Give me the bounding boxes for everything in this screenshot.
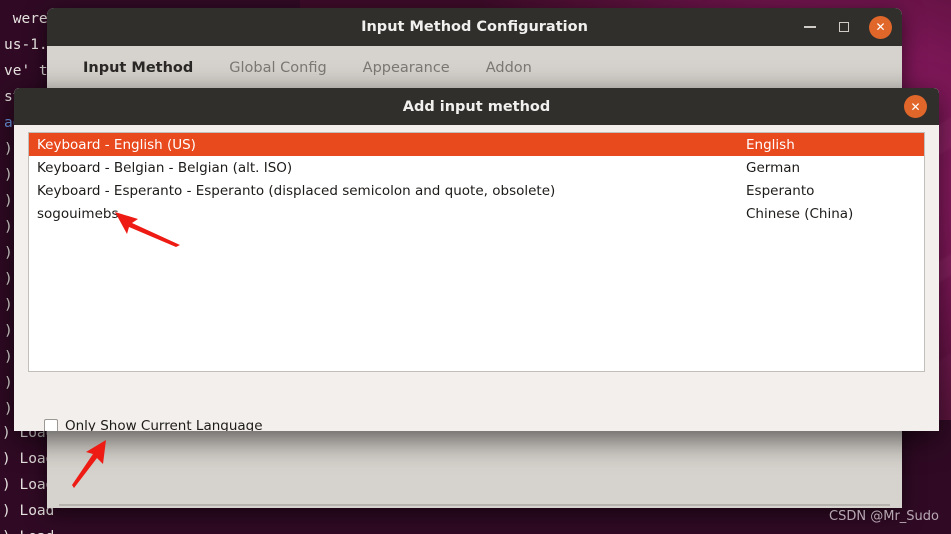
input-method-name: Keyboard - English (US) bbox=[37, 136, 196, 153]
input-method-language: German bbox=[746, 159, 801, 176]
main-window-title: Input Method Configuration bbox=[361, 19, 588, 35]
window-controls: ✕ bbox=[801, 8, 892, 46]
minimize-button[interactable] bbox=[801, 18, 819, 36]
input-method-language: English bbox=[746, 136, 795, 153]
checkbox-box[interactable] bbox=[44, 419, 58, 431]
terminal-line: ) Load bbox=[2, 524, 951, 534]
input-method-name: Keyboard - Esperanto - Esperanto (displa… bbox=[37, 182, 556, 199]
input-method-language: Esperanto bbox=[746, 182, 815, 199]
checkbox-label: Only Show Current Language bbox=[65, 418, 263, 431]
tab-bar: Input Method Global Config Appearance Addon bbox=[47, 46, 902, 92]
table-row[interactable]: sogouimebs Chinese (China) bbox=[29, 202, 924, 225]
add-input-method-dialog: Add input method ✕ Keyboard - English (U… bbox=[14, 88, 939, 431]
close-icon[interactable]: ✕ bbox=[869, 15, 892, 39]
desktop-screen: wereus-1.0ve' tostallead))))))))))))))))… bbox=[0, 0, 951, 534]
table-row[interactable]: Keyboard - Belgian - Belgian (alt. ISO) G… bbox=[29, 156, 924, 179]
tab-input-method[interactable]: Input Method bbox=[65, 46, 211, 91]
dialog-titlebar[interactable]: Add input method ✕ bbox=[14, 88, 939, 125]
tab-appearance[interactable]: Appearance bbox=[345, 46, 468, 91]
input-method-name: Keyboard - Belgian - Belgian (alt. ISO) bbox=[37, 159, 293, 176]
tab-addon[interactable]: Addon bbox=[468, 46, 550, 91]
watermark: CSDN @Mr_Sudo bbox=[829, 509, 939, 524]
table-row[interactable]: Keyboard - English (US) English bbox=[29, 133, 924, 156]
dialog-title: Add input method bbox=[402, 98, 551, 115]
maximize-button[interactable] bbox=[835, 18, 853, 36]
input-method-name: sogouimebs bbox=[37, 205, 119, 222]
table-row[interactable]: Keyboard - Esperanto - Esperanto (displa… bbox=[29, 179, 924, 202]
input-method-language: Chinese (China) bbox=[746, 205, 854, 222]
bottom-panel bbox=[59, 504, 890, 506]
tab-global-config[interactable]: Global Config bbox=[211, 46, 344, 91]
dialog-close-icon[interactable]: ✕ bbox=[904, 95, 927, 118]
only-show-current-language-checkbox[interactable]: Only Show Current Language bbox=[44, 418, 263, 431]
available-input-methods-list[interactable]: Keyboard - English (US) English Keyboard -… bbox=[28, 132, 925, 372]
main-titlebar[interactable]: Input Method Configuration ✕ bbox=[47, 8, 902, 46]
